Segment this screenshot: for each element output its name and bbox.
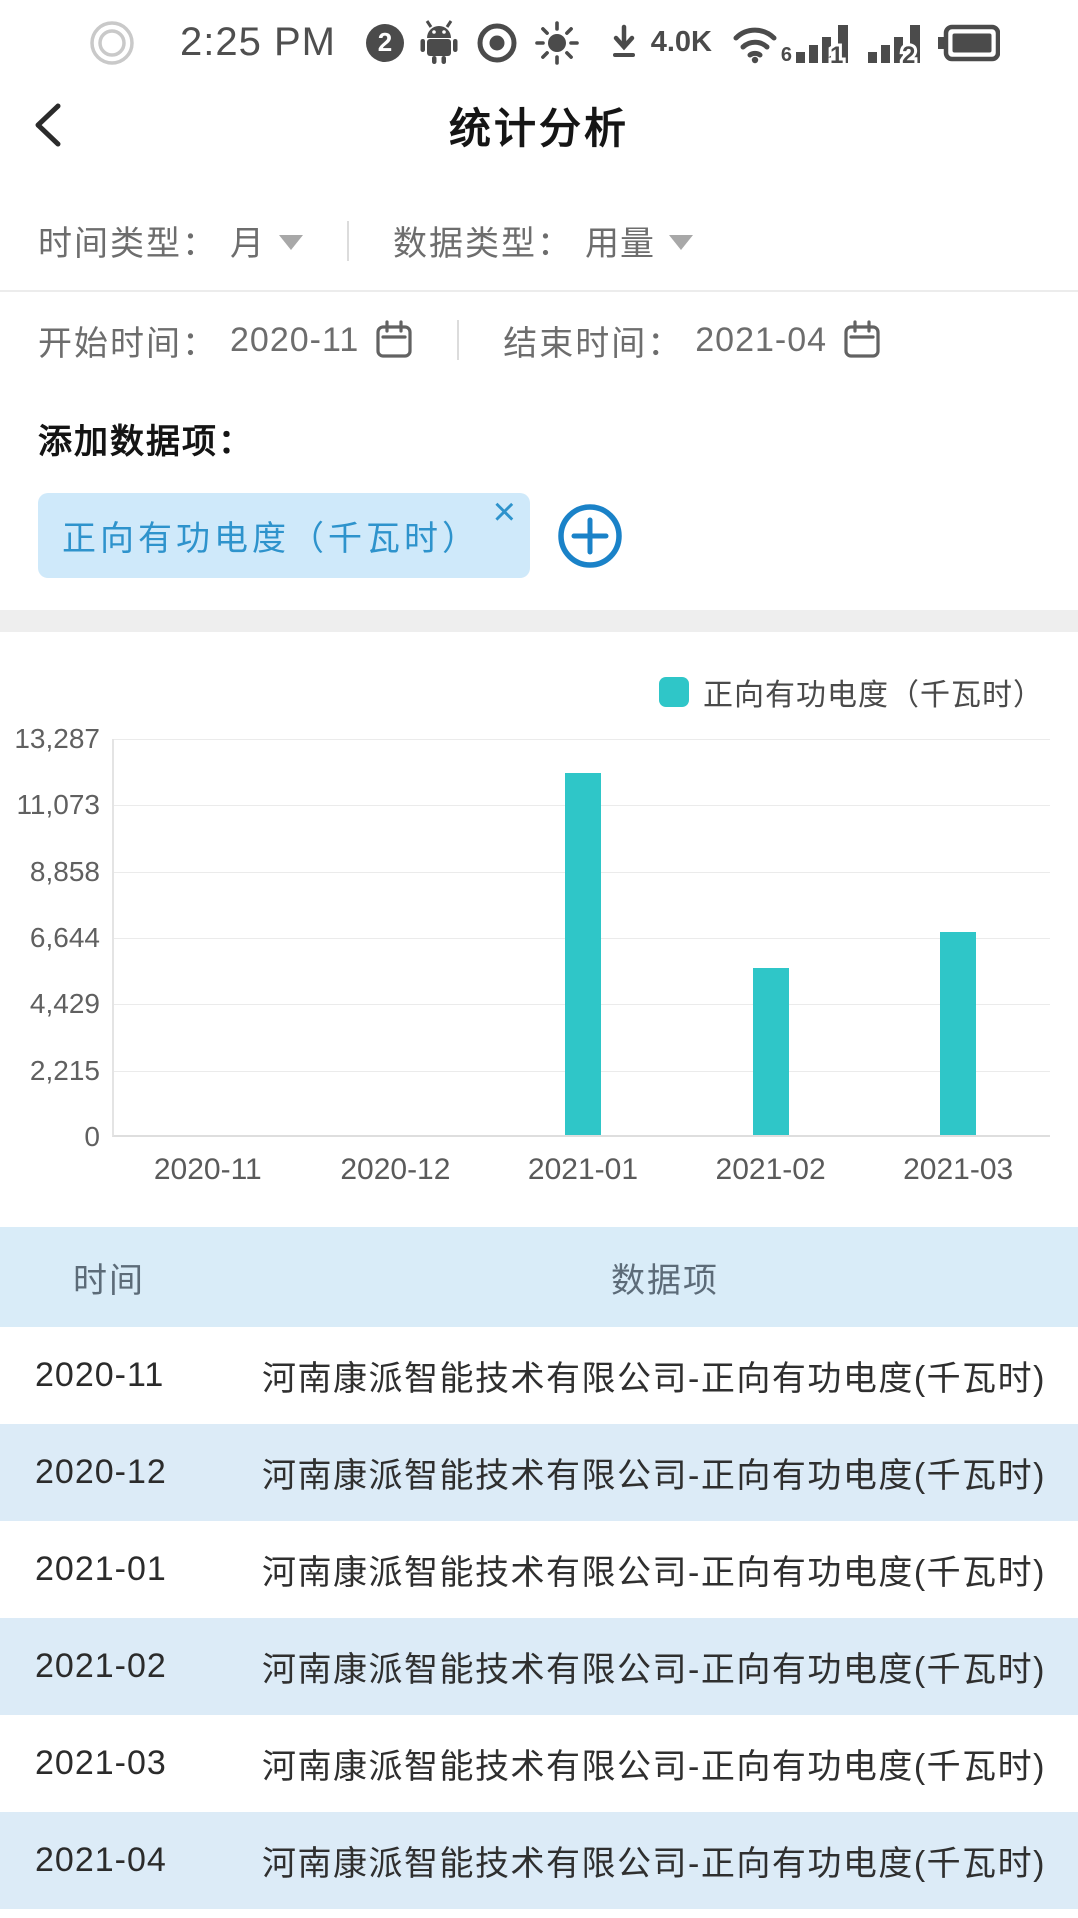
status-bar-right: 4.0K 6 1 <box>611 21 1000 65</box>
brightness-icon <box>534 20 580 66</box>
row-data-item-cell: 河南康派智能技术有限公司-正向有功电度(千瓦时) <box>232 1545 1078 1594</box>
start-date-value: 2020-11 <box>230 321 359 360</box>
wifi-icon: 6 <box>730 21 780 65</box>
chevron-down-icon <box>669 235 693 250</box>
row-time-cell: 2021-02 <box>0 1647 232 1686</box>
start-date-label: 开始时间： <box>38 316 218 365</box>
signal-bars-icon: 2 <box>866 21 924 65</box>
add-data-item-button[interactable] <box>556 502 624 570</box>
y-axis-tick-label: 13,287 <box>2 723 100 755</box>
x-axis-tick-label: 2020-11 <box>114 1153 302 1187</box>
date-range-row: 开始时间： 2020-11 结束时间： 2021-04 <box>0 292 1078 388</box>
table-header-time: 时间 <box>0 1253 232 1302</box>
row-time-cell: 2020-11 <box>0 1356 232 1395</box>
y-axis-tick-label: 2,215 <box>2 1055 100 1087</box>
y-axis-tick-label: 4,429 <box>2 988 100 1020</box>
end-date-label: 结束时间： <box>503 316 683 365</box>
bar-2021-03[interactable] <box>940 932 976 1135</box>
table-body: 2020-11河南康派智能技术有限公司-正向有功电度(千瓦时)2020-12河南… <box>0 1327 1078 1909</box>
row-data-item-cell: 河南康派智能技术有限公司-正向有功电度(千瓦时) <box>232 1836 1078 1885</box>
vertical-divider <box>457 320 459 360</box>
end-date-value: 2021-04 <box>695 321 827 360</box>
wifi-number-label: 6 <box>781 44 792 67</box>
section-divider-band <box>0 610 1078 632</box>
legend-swatch <box>659 677 689 707</box>
x-axis-tick-label: 2021-03 <box>864 1153 1052 1187</box>
battery-icon <box>938 23 1000 63</box>
table-row: 2021-01河南康派智能技术有限公司-正向有功电度(千瓦时) <box>0 1521 1078 1618</box>
end-date-picker[interactable]: 结束时间： 2021-04 <box>503 316 881 365</box>
notification-badge: 2 <box>366 24 404 62</box>
start-date-picker[interactable]: 开始时间： 2020-11 <box>38 316 413 365</box>
chip-close-icon[interactable]: × <box>493 491 516 533</box>
chevron-down-icon <box>279 235 303 250</box>
add-data-item-section: 添加数据项： 正向有功电度（千瓦时） × <box>0 388 1078 610</box>
app-bar: 统计分析 <box>0 85 1078 165</box>
row-data-item-cell: 河南康派智能技术有限公司-正向有功电度(千瓦时) <box>232 1448 1078 1497</box>
calendar-icon <box>375 319 413 361</box>
bar-2021-01[interactable] <box>565 773 601 1135</box>
chip-label: 正向有功电度（千瓦时） <box>62 511 480 560</box>
chart-card: 正向有功电度（千瓦时） 13,28711,0738,8586,6444,4292… <box>0 632 1078 1227</box>
time-type-dropdown[interactable]: 时间类型： 月 <box>38 216 303 265</box>
data-type-value: 用量 <box>585 216 655 265</box>
y-axis-tick-label: 6,644 <box>2 922 100 954</box>
table-row: 2021-02河南康派智能技术有限公司-正向有功电度(千瓦时) <box>0 1618 1078 1715</box>
download-arrow-icon <box>611 22 637 64</box>
bar-2021-02[interactable] <box>753 968 789 1135</box>
calendar-icon <box>843 319 881 361</box>
back-button[interactable] <box>28 99 72 151</box>
y-axis-tick-label: 0 <box>2 1121 100 1153</box>
table-row: 2020-12河南康派智能技术有限公司-正向有功电度(千瓦时) <box>0 1424 1078 1521</box>
screen: 2:25 PM 2 <box>0 0 1078 1918</box>
time-type-label: 时间类型： <box>38 216 218 265</box>
record-icon <box>474 20 520 66</box>
add-data-item-label: 添加数据项： <box>38 414 1040 463</box>
legend-label: 正向有功电度（千瓦时） <box>703 670 1044 714</box>
data-type-dropdown[interactable]: 数据类型： 用量 <box>393 216 693 265</box>
page-title: 统计分析 <box>449 95 629 156</box>
ring-icon <box>88 19 136 67</box>
chart-legend[interactable]: 正向有功电度（千瓦时） <box>659 670 1044 714</box>
table-row: 2020-11河南康派智能技术有限公司-正向有功电度(千瓦时) <box>0 1327 1078 1424</box>
table-header-item: 数据项 <box>232 1253 1078 1302</box>
x-axis-tick-label: 2020-12 <box>302 1153 490 1187</box>
y-axis-tick-label: 11,073 <box>2 789 100 821</box>
gridline <box>114 739 1050 740</box>
bar-chart-plot: 13,28711,0738,8586,6444,4292,21502020-11… <box>112 739 1050 1137</box>
chip-row: 正向有功电度（千瓦时） × <box>38 493 1040 578</box>
data-item-chip[interactable]: 正向有功电度（千瓦时） × <box>38 493 530 578</box>
table-row: 2021-04河南康派智能技术有限公司-正向有功电度(千瓦时) <box>0 1812 1078 1909</box>
signal-bars-icon: 1 <box>794 21 852 65</box>
data-type-label: 数据类型： <box>393 216 573 265</box>
sim2-number: 2 <box>902 42 915 65</box>
data-table: 时间 数据项 2020-11河南康派智能技术有限公司-正向有功电度(千瓦时)20… <box>0 1227 1078 1918</box>
status-bar-left: 2:25 PM 2 <box>88 19 580 67</box>
row-time-cell: 2020-12 <box>0 1453 232 1492</box>
row-time-cell: 2021-04 <box>0 1841 232 1880</box>
filter-row: 时间类型： 月 数据类型： 用量 <box>0 165 1078 292</box>
time-type-value: 月 <box>230 216 265 265</box>
row-data-item-cell: 河南康派智能技术有限公司-正向有功电度(千瓦时) <box>232 1739 1078 1788</box>
row-time-cell: 2021-01 <box>0 1550 232 1589</box>
table-row: 2021-03河南康派智能技术有限公司-正向有功电度(千瓦时) <box>0 1715 1078 1812</box>
vertical-divider <box>347 221 349 261</box>
row-time-cell: 2021-03 <box>0 1744 232 1783</box>
x-axis-tick-label: 2021-01 <box>489 1153 677 1187</box>
network-speed: 4.0K <box>651 26 712 59</box>
row-data-item-cell: 河南康派智能技术有限公司-正向有功电度(千瓦时) <box>232 1351 1078 1400</box>
table-header-row: 时间 数据项 <box>0 1227 1078 1327</box>
android-icon <box>418 20 460 66</box>
row-data-item-cell: 河南康派智能技术有限公司-正向有功电度(千瓦时) <box>232 1642 1078 1691</box>
status-bar: 2:25 PM 2 <box>0 0 1078 85</box>
clock-time: 2:25 PM <box>180 20 336 65</box>
y-axis-tick-label: 8,858 <box>2 856 100 888</box>
sim1-number: 1 <box>830 42 843 65</box>
x-axis-tick-label: 2021-02 <box>677 1153 865 1187</box>
